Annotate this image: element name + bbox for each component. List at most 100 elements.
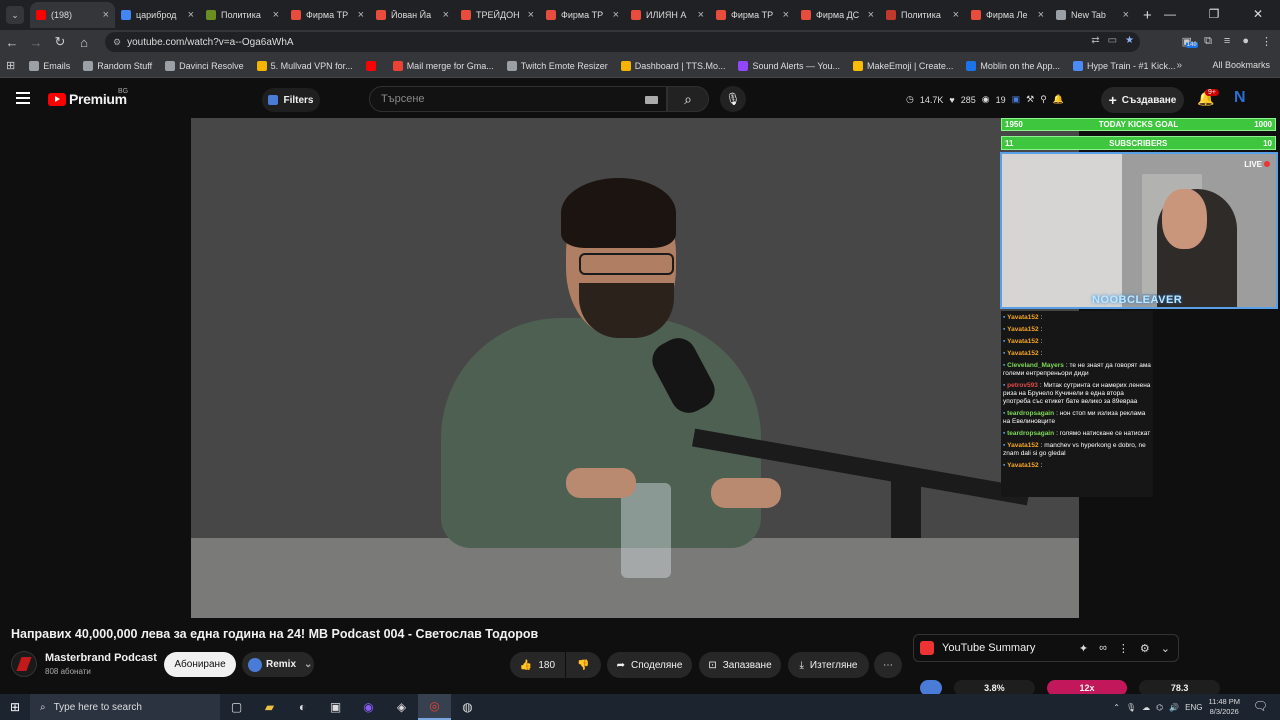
install-icon[interactable]: ▭ (1108, 35, 1117, 46)
volume-icon[interactable]: 🔊 (1169, 703, 1179, 712)
bookmark-item[interactable] (365, 60, 380, 71)
restore-button[interactable]: ❐ (1192, 0, 1236, 28)
bookmark-item[interactable]: Mail merge for Gma... (392, 60, 494, 71)
translate-icon[interactable]: ⇄ (1091, 35, 1099, 46)
close-tab-icon[interactable]: × (103, 9, 109, 21)
more-bookmarks-icon[interactable]: » (1176, 60, 1182, 71)
tray-chevron-icon[interactable]: ⌃ (1113, 703, 1120, 712)
subscribe-button[interactable]: Абониране (164, 652, 236, 677)
close-tab-icon[interactable]: × (1038, 9, 1044, 21)
bookmark-item[interactable]: Random Stuff (83, 60, 152, 71)
settings-ext-icon[interactable]: ⚲ (1040, 94, 1047, 105)
alert-icon[interactable]: 🔔 (1053, 94, 1064, 105)
app-icon-4[interactable]: ◈ (385, 694, 418, 720)
search-input[interactable]: Търсене (369, 86, 667, 112)
channel-name[interactable]: Masterbrand Podcast (45, 652, 157, 664)
hamburger-menu-icon[interactable] (16, 92, 30, 104)
close-tab-icon[interactable]: × (783, 9, 789, 21)
browser-tab[interactable]: Фирма Ле × (965, 2, 1050, 28)
windows-start-icon[interactable]: ⊞ (0, 700, 30, 714)
mic-tray-icon[interactable]: 🎙 (1126, 703, 1136, 712)
menu-icon[interactable]: ⋮ (1261, 35, 1272, 48)
search-button[interactable]: ⌕ (667, 86, 709, 112)
video-player[interactable] (191, 118, 1079, 618)
tab-search-button[interactable]: ⌄ (6, 6, 24, 24)
filters-button[interactable]: Filters (262, 88, 320, 112)
browser-tab[interactable]: ИЛИЯН А × (625, 2, 710, 28)
close-window-button[interactable]: ✕ (1236, 0, 1280, 28)
browser-tab[interactable]: цариброд × (115, 2, 200, 28)
bookmark-item[interactable]: MakeEmoji | Create... (853, 60, 953, 71)
browser-tab[interactable]: Политика × (880, 2, 965, 28)
bookmark-star-icon[interactable]: ★ (1125, 35, 1134, 46)
close-tab-icon[interactable]: × (613, 9, 619, 21)
bookmark-item[interactable]: Twitch Emote Resizer (506, 60, 608, 71)
notification-center-icon[interactable]: 🗨 (1253, 699, 1268, 713)
task-view-icon[interactable]: ▢ (220, 694, 253, 720)
apps-icon[interactable]: ⊞ (6, 59, 15, 72)
dislike-button[interactable]: 👎 (566, 652, 601, 678)
browser-tab[interactable]: Фирма ДС × (795, 2, 880, 28)
close-tab-icon[interactable]: × (358, 9, 364, 21)
app-icon-1[interactable]: ◐ (286, 694, 319, 720)
close-tab-icon[interactable]: × (698, 9, 704, 21)
channel-avatar[interactable] (11, 651, 37, 677)
media-icon[interactable]: ≡ (1224, 35, 1230, 48)
youtube-summary-panel[interactable]: YouTube Summary ✦ ∞ ⋮ ⚙ ⌄ (913, 634, 1179, 662)
save-button[interactable]: ⊡ Запазване (699, 652, 781, 678)
audio-icon[interactable]: ⋮ (1118, 642, 1129, 655)
create-button[interactable]: + Създаване (1101, 87, 1184, 113)
bookmark-item[interactable]: Sound Alerts — You... (738, 60, 840, 71)
back-button[interactable]: ← (0, 35, 24, 50)
share-button[interactable]: ➦ Споделяне (607, 652, 692, 678)
clock[interactable]: 11:48 PM 8/3/2026 (1208, 697, 1240, 717)
remix-button[interactable]: Remix ⌄ (242, 652, 314, 677)
gear-icon[interactable]: ⚙ (1140, 642, 1150, 655)
close-tab-icon[interactable]: × (868, 9, 874, 21)
bookmark-item[interactable]: 5. Mullvad VPN for... (256, 60, 353, 71)
app-icon-3[interactable]: ◉ (352, 694, 385, 720)
browser-tab[interactable]: Фирма ТР × (710, 2, 795, 28)
language-indicator[interactable]: ENG (1185, 703, 1202, 712)
extension-icon[interactable]: ▣140 (1182, 35, 1198, 48)
youtube-logo[interactable]: Premium BG (48, 88, 128, 107)
close-tab-icon[interactable]: × (443, 9, 449, 21)
site-info-icon[interactable]: ⚙ (113, 37, 121, 48)
minimize-button[interactable]: — (1148, 0, 1192, 28)
browser-tab[interactable]: (198) × (30, 2, 115, 28)
more-actions-button[interactable]: ⋯ (874, 652, 902, 678)
cloud-icon[interactable]: ☁ (1142, 703, 1150, 712)
bookmark-item[interactable]: Moblin on the App... (966, 60, 1060, 71)
close-tab-icon[interactable]: × (953, 9, 959, 21)
browser-tab[interactable]: Политика × (200, 2, 285, 28)
app-icon-5[interactable]: ◍ (451, 694, 484, 720)
bookmark-item[interactable]: Hype Train - #1 Kick... (1072, 60, 1176, 71)
browser-tab[interactable]: Йован Йа × (370, 2, 455, 28)
account-avatar[interactable]: N (1234, 89, 1246, 107)
iq-icon[interactable]: ▣ (1012, 94, 1021, 105)
bookmark-item[interactable]: Emails (29, 60, 70, 71)
close-tab-icon[interactable]: × (528, 9, 534, 21)
bookmark-item[interactable]: Dashboard | TTS.Mo... (620, 60, 725, 71)
all-bookmarks[interactable]: All Bookmarks (1212, 60, 1270, 70)
chrome-icon[interactable]: ◎ (418, 694, 451, 720)
browser-tab[interactable]: ТРЕЙДОН × (455, 2, 540, 28)
bookmark-item[interactable]: Davinci Resolve (165, 60, 244, 71)
network-icon[interactable]: ⌬ (1156, 703, 1163, 712)
puzzle-icon[interactable]: ⧉ (1204, 35, 1212, 48)
chevron-down-icon[interactable]: ⌄ (1161, 642, 1170, 655)
voice-search-button[interactable]: 🎙 (720, 86, 746, 112)
browser-tab[interactable]: Фирма ТР × (540, 2, 625, 28)
address-bar[interactable]: ⚙ youtube.com/watch?v=a--Oga6aWhA ⇄ ▭ ★ (105, 32, 1140, 52)
close-tab-icon[interactable]: × (1123, 9, 1129, 21)
browser-tab[interactable]: New Tab × (1050, 2, 1135, 28)
reload-button[interactable]: ↻ (48, 34, 72, 50)
browser-tab[interactable]: Фирма ТР × (285, 2, 370, 28)
close-tab-icon[interactable]: × (273, 9, 279, 21)
sparkle-icon[interactable]: ✦ (1079, 642, 1088, 655)
profile-icon[interactable]: ● (1242, 35, 1249, 48)
file-explorer-icon[interactable]: ▰ (253, 694, 286, 720)
tool-icon[interactable]: ⚒ (1026, 94, 1034, 105)
forward-button[interactable]: → (24, 35, 48, 50)
glasses-icon[interactable]: ∞ (1099, 642, 1107, 655)
